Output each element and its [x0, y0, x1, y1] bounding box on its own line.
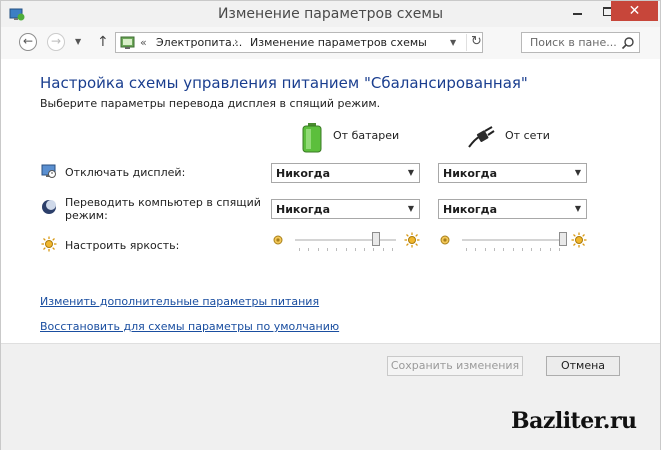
display-off-ac-value: Никогда	[443, 167, 497, 180]
chevron-down-icon: ▼	[574, 204, 581, 213]
search-icon[interactable]	[621, 36, 635, 50]
control-panel-icon	[120, 36, 135, 49]
slider-tick	[503, 248, 505, 251]
slider-tick	[345, 248, 347, 251]
back-arrow-icon: ←	[22, 34, 34, 48]
forward-button[interactable]: →	[47, 33, 65, 51]
slider-tick	[354, 248, 356, 251]
page-subtitle: Выберите параметры перевода дисплея в сп…	[40, 97, 381, 110]
brightness-ac-slider[interactable]	[438, 231, 587, 251]
slider-tick	[540, 248, 542, 251]
display-off-battery-select[interactable]: Никогда ▼	[271, 163, 420, 183]
save-changes-button[interactable]: Сохранить изменения	[387, 356, 523, 376]
battery-icon	[302, 123, 322, 153]
back-button[interactable]: ←	[19, 33, 37, 51]
sleep-battery-value: Никогда	[276, 203, 330, 216]
slider-tick	[336, 248, 338, 251]
slider-tick	[549, 248, 551, 251]
slider-tick	[308, 248, 310, 251]
power-plug-icon	[468, 126, 495, 148]
chevron-down-icon: ▼	[407, 168, 414, 177]
slider-tick	[512, 248, 514, 251]
slider-tick	[299, 248, 300, 251]
full-brightness-icon	[404, 232, 420, 248]
display-off-battery-value: Никогда	[276, 167, 330, 180]
slider-tick	[373, 248, 375, 251]
restore-defaults-link[interactable]: Восстановить для схемы параметры по умол…	[40, 320, 339, 333]
page-title: Настройка схемы управления питанием "Сба…	[40, 74, 528, 92]
window: Изменение параметров схемы ✕ ← → ▼ ↑ « Э…	[0, 0, 661, 450]
sleep-moon-icon	[42, 200, 56, 214]
brightness-label: Настроить яркость:	[65, 239, 180, 252]
display-off-label: Отключать дисплей:	[65, 166, 186, 179]
dim-brightness-icon	[440, 235, 450, 245]
slider-tick	[475, 248, 477, 251]
advanced-settings-link[interactable]: Изменить дополнительные параметры питани…	[40, 295, 319, 308]
slider-track[interactable]	[295, 239, 396, 241]
slider-thumb[interactable]	[559, 232, 567, 246]
dim-brightness-icon	[273, 235, 283, 245]
slider-tick	[392, 248, 393, 251]
sleep-battery-select[interactable]: Никогда ▼	[271, 199, 420, 219]
address-overflow-chevron[interactable]: «	[140, 36, 147, 49]
close-icon: ✕	[628, 3, 641, 19]
cancel-button[interactable]: Отмена	[546, 356, 620, 376]
slider-tick	[317, 248, 319, 251]
close-button[interactable]: ✕	[611, 1, 658, 21]
sleep-ac-select[interactable]: Никогда ▼	[438, 199, 587, 219]
slider-tick	[326, 248, 328, 251]
slider-tick	[466, 248, 467, 251]
slider-tick	[364, 248, 366, 251]
advanced-settings-link-text: Изменить дополнительные параметры питани…	[40, 295, 320, 308]
slider-tick	[559, 248, 560, 251]
minimize-button[interactable]	[563, 1, 591, 21]
restore-defaults-link-text: Восстановить для схемы параметры по умол…	[40, 320, 340, 333]
address-bar[interactable]: « Электропита... › Изменение параметров …	[115, 32, 483, 53]
navigation-bar: ← → ▼ ↑ « Электропита... › Изменение пар…	[1, 27, 660, 59]
slider-tick	[531, 248, 533, 251]
sleep-ac-value: Никогда	[443, 203, 497, 216]
slider-tick	[521, 248, 523, 251]
slider-tick	[493, 248, 495, 251]
chevron-down-icon: ▼	[407, 204, 414, 213]
slider-ticks	[466, 248, 560, 251]
battery-column-label: От батареи	[333, 129, 400, 142]
brightness-sun-icon	[41, 236, 57, 252]
slider-tick	[382, 248, 384, 251]
up-arrow-icon[interactable]: ↑	[97, 34, 109, 50]
slider-tick	[484, 248, 486, 251]
sleep-label: Переводить компьютер в спящий режим:	[65, 196, 261, 222]
ac-column-label: От сети	[505, 129, 550, 142]
footer: Сохранить изменения Отмена Bazliter.ru	[1, 343, 660, 450]
main-content: Настройка схемы управления питанием "Сба…	[1, 59, 660, 343]
refresh-icon[interactable]: ↻	[466, 34, 482, 51]
breadcrumb-edit-plan[interactable]: Изменение параметров схемы	[250, 36, 427, 49]
address-dropdown-icon[interactable]: ▼	[450, 38, 456, 47]
slider-track[interactable]	[462, 239, 563, 241]
recent-pages-dropdown-icon[interactable]: ▼	[75, 37, 81, 46]
slider-ticks	[299, 248, 393, 251]
watermark: Bazliter.ru	[511, 408, 637, 434]
breadcrumb-power-options[interactable]: Электропита...	[156, 36, 242, 49]
full-brightness-icon	[571, 232, 587, 248]
search-placeholder: Поиск в пане...	[530, 36, 617, 49]
title-bar: Изменение параметров схемы ✕	[1, 1, 660, 27]
display-off-icon	[41, 164, 56, 178]
slider-thumb[interactable]	[371, 232, 380, 246]
search-input[interactable]: Поиск в пане...	[521, 32, 640, 53]
display-off-ac-select[interactable]: Никогда ▼	[438, 163, 587, 183]
window-title: Изменение параметров схемы	[217, 6, 444, 22]
forward-arrow-icon: →	[50, 34, 62, 48]
brightness-battery-slider[interactable]	[271, 231, 420, 251]
chevron-down-icon: ▼	[574, 168, 581, 177]
breadcrumb-separator[interactable]: ›	[234, 35, 238, 48]
